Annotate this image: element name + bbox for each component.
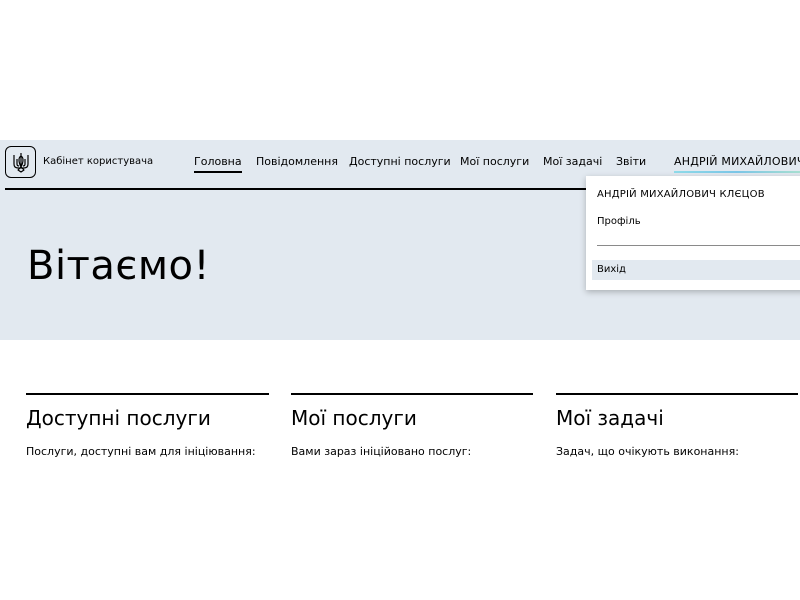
hero-title: Вітаємо!	[27, 243, 211, 289]
trident-icon	[12, 153, 29, 173]
card-title-available-services[interactable]: Доступні послуги	[26, 405, 211, 431]
nav-reports[interactable]: Звіти	[616, 155, 646, 169]
card-desc-my-services: Вами зараз ініційовано послуг:	[291, 445, 472, 458]
card-divider-my-tasks	[556, 393, 798, 395]
nav-notifications[interactable]: Повідомлення	[256, 155, 338, 169]
nav-my-tasks[interactable]: Мої задачі	[543, 155, 602, 169]
user-menu-underline	[674, 171, 800, 173]
card-desc-available-services: Послуги, доступні вам для ініціювання:	[26, 445, 256, 458]
nav-available-services[interactable]: Доступні послуги	[349, 155, 451, 169]
card-title-my-services[interactable]: Мої послуги	[291, 405, 417, 431]
cabinet-title: Кабінет користувача	[43, 156, 154, 167]
card-desc-my-tasks: Задач, що очікують виконання:	[556, 445, 739, 458]
logo[interactable]	[5, 146, 36, 178]
nav-my-services[interactable]: Мої послуги	[460, 155, 529, 169]
nav-home[interactable]: Головна	[194, 155, 242, 173]
card-divider-my-services	[291, 393, 533, 395]
logout-menu-item[interactable]: Вихід	[592, 260, 800, 280]
card-divider-available-services	[26, 393, 269, 395]
profile-menu-item[interactable]: Профіль	[597, 215, 641, 229]
user-menu-toggle[interactable]: АНДРІЙ МИХАЙЛОВИЧ К...	[674, 155, 800, 169]
card-title-my-tasks[interactable]: Мої задачі	[556, 405, 664, 431]
dropdown-divider	[597, 245, 800, 246]
dropdown-user-name: АНДРІЙ МИХАЙЛОВИЧ КЛЄЦОВ	[597, 189, 765, 200]
page: Кабінет користувача Головна Повідомлення…	[0, 0, 800, 600]
user-dropdown-menu: АНДРІЙ МИХАЙЛОВИЧ КЛЄЦОВ Профіль Вихід	[586, 176, 800, 290]
